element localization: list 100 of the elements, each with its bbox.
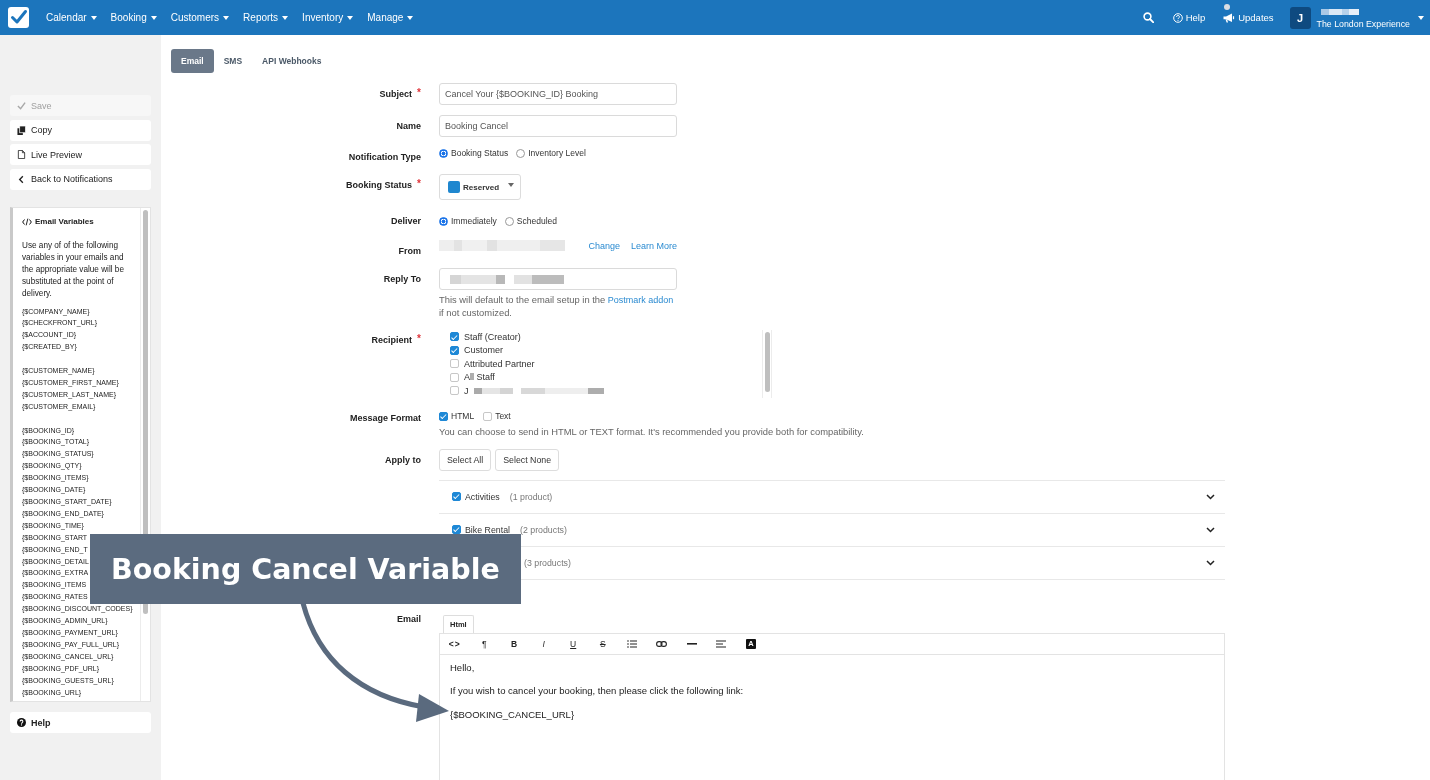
help-button[interactable]: Help [10, 712, 151, 733]
horizontal-line-icon [686, 642, 697, 645]
scrollbar-thumb[interactable] [765, 332, 770, 392]
nav-menu[interactable]: Calendar [46, 12, 97, 23]
bold-button[interactable]: B [499, 633, 529, 654]
link[interactable]: Learn More [630, 240, 677, 252]
back-button[interactable]: Back to Notifications [10, 168, 151, 190]
caret-icon[interactable] [1418, 15, 1424, 20]
nav-menu[interactable]: Manage [367, 12, 414, 23]
updates-link[interactable]: Updates [1223, 12, 1274, 23]
editor-text: If you wish to cancel your booking, then please click the following link: [450, 685, 745, 697]
field-label: Message Format [349, 412, 421, 424]
field-label: Booking Status [346, 179, 413, 191]
checkbox[interactable] [452, 492, 461, 501]
paragraph-button[interactable]: ¶ [469, 633, 500, 654]
product-count: (2 products) [520, 524, 567, 535]
checkbox[interactable] [450, 359, 459, 369]
align-left-icon [716, 639, 727, 648]
option-label[interactable]: Immediately [451, 216, 497, 226]
callout-label: Booking Cancel Variable [90, 534, 521, 604]
panel-title: Email Variables [35, 216, 94, 228]
underline-button[interactable]: U [558, 633, 588, 654]
radio-button[interactable] [439, 148, 448, 158]
option-label[interactable]: Scheduled [516, 216, 557, 226]
status-dropdown[interactable]: Reserved [439, 174, 521, 200]
help-icon [17, 718, 26, 727]
caret-icon [223, 15, 230, 20]
editor-text: Hello, [450, 661, 476, 674]
help-link[interactable]: Help [1172, 12, 1206, 23]
check-icon [17, 101, 26, 110]
link-icon [656, 640, 668, 647]
required-mark: * [417, 88, 421, 98]
field-label: Subject [379, 88, 413, 100]
name-field[interactable]: Booking Cancel [439, 115, 677, 137]
option-label[interactable]: Customer [464, 345, 503, 356]
radio-button[interactable] [504, 216, 514, 226]
chevron-down-icon[interactable] [1206, 493, 1215, 500]
chevron-down-icon[interactable] [1206, 559, 1215, 566]
chevron-down-icon[interactable] [1206, 526, 1215, 533]
checkbox[interactable] [450, 332, 459, 342]
checkbox[interactable] [450, 372, 459, 382]
category-name[interactable]: Activities [465, 491, 500, 502]
checkmark-logo-icon[interactable] [8, 7, 29, 28]
subject-field[interactable]: Cancel Your {$BOOKING_ID} Booking [439, 83, 677, 105]
addon-link[interactable]: Postmark addon [607, 295, 674, 305]
field-label: Recipient [371, 334, 413, 346]
list-icon [627, 639, 638, 648]
code-icon [22, 218, 32, 226]
help-text: This will default to the email setup in the Postmark addon if not customized. [439, 294, 675, 319]
option-label[interactable]: J [464, 385, 469, 396]
help-text: You can choose to send in HTML or TEXT format. It's recommended you provide both for compatibility. [439, 426, 865, 439]
category-name[interactable]: Bike Rental [465, 524, 510, 535]
search-icon[interactable] [1142, 12, 1154, 23]
option-label[interactable]: HTML [451, 411, 475, 421]
radio-button[interactable] [439, 216, 448, 226]
reply-to-field[interactable] [439, 268, 677, 290]
italic-button[interactable]: I [528, 633, 559, 654]
required-mark: * [417, 179, 421, 189]
select-button[interactable]: Select None [495, 448, 560, 471]
document-icon [17, 150, 26, 159]
caret-icon [508, 183, 514, 187]
checkbox[interactable] [439, 411, 448, 421]
strikethrough-button[interactable]: S [587, 633, 618, 654]
caret-icon [282, 15, 289, 20]
select-button[interactable]: Select All [439, 448, 492, 471]
preview-button[interactable]: Live Preview [10, 144, 151, 165]
product-count: (3 products) [524, 557, 571, 568]
caret-icon [150, 15, 157, 20]
caret-icon [90, 15, 97, 20]
field-label: Notification Type [348, 151, 421, 163]
checkbox[interactable] [450, 386, 459, 396]
field-label: Email [397, 612, 421, 625]
editor-text: {$BOOKING_CANCEL_URL} [450, 708, 576, 721]
option-label[interactable]: Booking Status [451, 148, 509, 158]
nav-menu[interactable]: Reports [243, 12, 289, 23]
checkbox[interactable] [450, 345, 459, 355]
tab[interactable]: Email [171, 49, 214, 73]
tab[interactable]: SMS [213, 49, 253, 73]
caret-icon [347, 15, 354, 20]
option-label[interactable]: Text [495, 411, 511, 421]
field-label: Apply to [385, 453, 421, 466]
option-label[interactable]: Attributed Partner [464, 358, 535, 369]
option-label[interactable]: All Staff [464, 372, 495, 383]
link[interactable]: Change [588, 240, 620, 252]
megaphone-icon [1223, 12, 1236, 23]
nav-menu[interactable]: Customers [170, 12, 230, 23]
radio-button[interactable] [516, 148, 526, 158]
account-name[interactable]: The London Experience [1316, 18, 1410, 29]
copy-icon [17, 125, 26, 135]
copy-button[interactable]: Copy [10, 119, 151, 141]
option-label[interactable]: Staff (Creator) [464, 331, 521, 342]
notification-dot-icon [1224, 4, 1231, 10]
nav-menu[interactable]: Booking [110, 12, 157, 23]
tab[interactable]: API Webhooks [252, 49, 332, 73]
nav-menu[interactable]: Inventory [302, 12, 354, 23]
avatar[interactable]: J [1289, 6, 1311, 29]
option-label[interactable]: Inventory Level [528, 148, 586, 158]
checkbox[interactable] [483, 411, 493, 421]
redacted-block [1320, 8, 1359, 15]
code-view-button[interactable]: <> [440, 633, 470, 654]
